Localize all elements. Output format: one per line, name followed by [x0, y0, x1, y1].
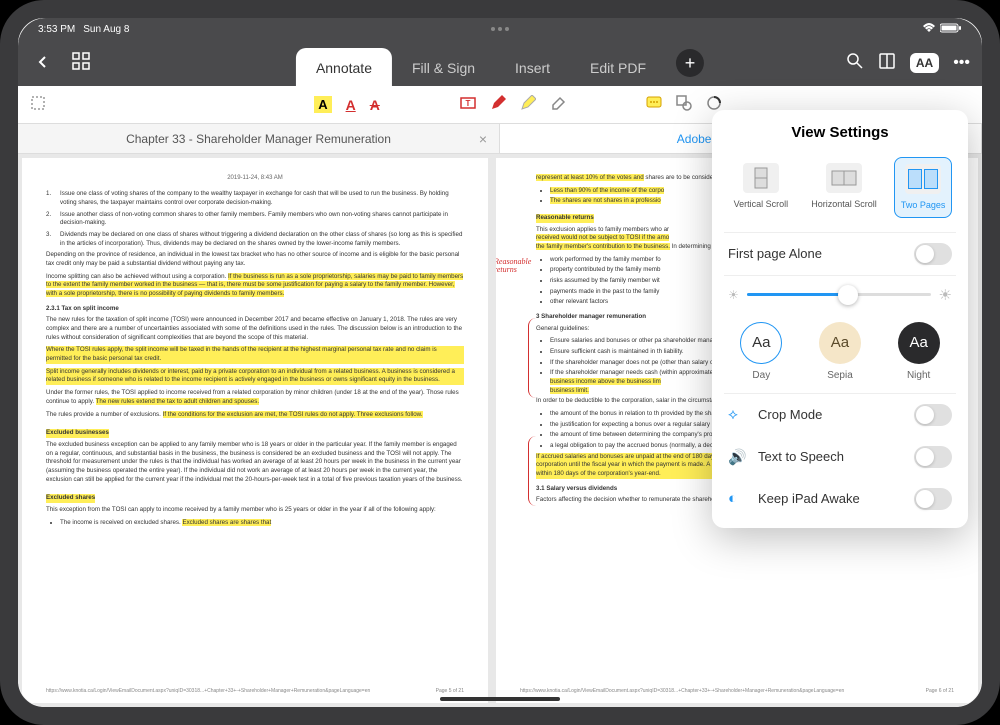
textbox-tool[interactable]: T — [460, 95, 476, 114]
tab-annotate[interactable]: Annotate — [296, 48, 392, 86]
wifi-icon — [922, 23, 936, 36]
crop-mode-toggle[interactable] — [914, 404, 952, 426]
doc-tab-label: Chapter 33 - Shareholder Manager Remuner… — [126, 132, 391, 146]
eraser-tool[interactable] — [550, 95, 566, 114]
vertical-scroll-icon — [743, 163, 779, 193]
theme-day[interactable]: Aa Day — [740, 322, 782, 381]
heading-tosi: 2.3.1 Tax on split income — [46, 305, 464, 314]
page-number: Page 5 of 21 — [436, 688, 464, 695]
first-page-alone-toggle[interactable] — [914, 243, 952, 265]
marker-tool[interactable] — [520, 95, 536, 114]
crop-icon: ⟡ — [728, 406, 746, 423]
view-settings-panel: View Settings Vertical Scroll Horizontal… — [712, 110, 968, 528]
page-url: https://www.knotia.ca/Login/ViewEmailDoc… — [46, 688, 370, 695]
strikethrough-tool[interactable]: A — [370, 97, 380, 113]
svg-text:T: T — [465, 99, 470, 108]
home-indicator[interactable] — [440, 697, 560, 701]
underline-tool[interactable]: A — [346, 97, 356, 113]
status-date: Sun Aug 8 — [83, 24, 129, 35]
mode-vertical-scroll[interactable]: Vertical Scroll — [728, 157, 795, 218]
keep-awake-toggle[interactable] — [914, 488, 952, 510]
shape-tool[interactable] — [676, 95, 692, 114]
bookmarks-button[interactable] — [878, 52, 896, 75]
tts-toggle[interactable] — [914, 446, 952, 468]
brightness-high-icon: ☀ — [939, 286, 952, 304]
doc-tab-left[interactable]: Chapter 33 - Shareholder Manager Remuner… — [18, 124, 500, 153]
search-button[interactable] — [846, 52, 864, 75]
speaker-icon: 🔊 — [728, 448, 746, 466]
horizontal-scroll-icon — [826, 163, 862, 193]
page-url: https://www.knotia.ca/Login/ViewEmailDoc… — [520, 688, 844, 695]
two-pages-icon — [905, 164, 941, 194]
tab-edit-pdf[interactable]: Edit PDF — [570, 48, 666, 86]
heading-reasonable-returns: Reasonable returns — [536, 214, 594, 223]
top-toolbar: Annotate Fill & Sign Insert Edit PDF + A… — [18, 40, 982, 86]
panel-title: View Settings — [712, 110, 968, 151]
handwritten-annotation: Reasonable returns — [496, 258, 530, 274]
highlight-tool[interactable]: A — [314, 96, 331, 113]
awake-icon: ◐ — [728, 490, 746, 507]
page-number: Page 6 of 21 — [926, 688, 954, 695]
brightness-slider-row: ☀ ☀ — [712, 276, 968, 314]
view-settings-button[interactable]: AA — [910, 53, 939, 73]
heading-excluded-shares: Excluded shares — [46, 494, 95, 503]
keep-awake-label: Keep iPad Awake — [758, 491, 902, 506]
page-timestamp: 2019-11-24, 8:43 AM — [46, 174, 464, 182]
tab-insert[interactable]: Insert — [495, 48, 570, 86]
theme-sepia[interactable]: Aa Sepia — [819, 322, 861, 381]
status-icons — [922, 23, 962, 36]
close-tab-icon[interactable]: × — [479, 131, 487, 147]
theme-night[interactable]: Aa Night — [898, 322, 940, 381]
thumbnails-button[interactable] — [66, 46, 96, 81]
back-button[interactable] — [30, 47, 56, 80]
red-brace-annotation — [528, 436, 536, 506]
brightness-slider[interactable] — [747, 293, 931, 296]
mode-horizontal-scroll[interactable]: Horizontal Scroll — [805, 157, 883, 218]
mode-two-pages[interactable]: Two Pages — [894, 157, 953, 218]
brightness-low-icon: ☀ — [728, 288, 739, 302]
crop-mode-label: Crop Mode — [758, 407, 902, 422]
status-bar: 3:53 PM Sun Aug 8 — [18, 18, 982, 40]
select-tool[interactable] — [30, 95, 46, 114]
first-page-alone-label: First page Alone — [728, 246, 822, 261]
mode-tabs: Annotate Fill & Sign Insert Edit PDF + — [296, 40, 704, 86]
pen-tool[interactable] — [490, 95, 506, 114]
multitask-dots[interactable] — [491, 27, 509, 31]
battery-icon — [940, 23, 962, 36]
red-brace-annotation — [528, 318, 536, 398]
add-tab-button[interactable]: + — [676, 49, 704, 77]
tab-fill-sign[interactable]: Fill & Sign — [392, 48, 495, 86]
heading-excluded-businesses: Excluded businesses — [46, 429, 109, 438]
note-tool[interactable] — [646, 96, 662, 113]
more-button[interactable]: ••• — [953, 54, 970, 72]
tts-label: Text to Speech — [758, 449, 902, 464]
status-time: 3:53 PM — [38, 24, 75, 35]
page-left: 2019-11-24, 8:43 AM 1.Issue one class of… — [22, 158, 488, 703]
